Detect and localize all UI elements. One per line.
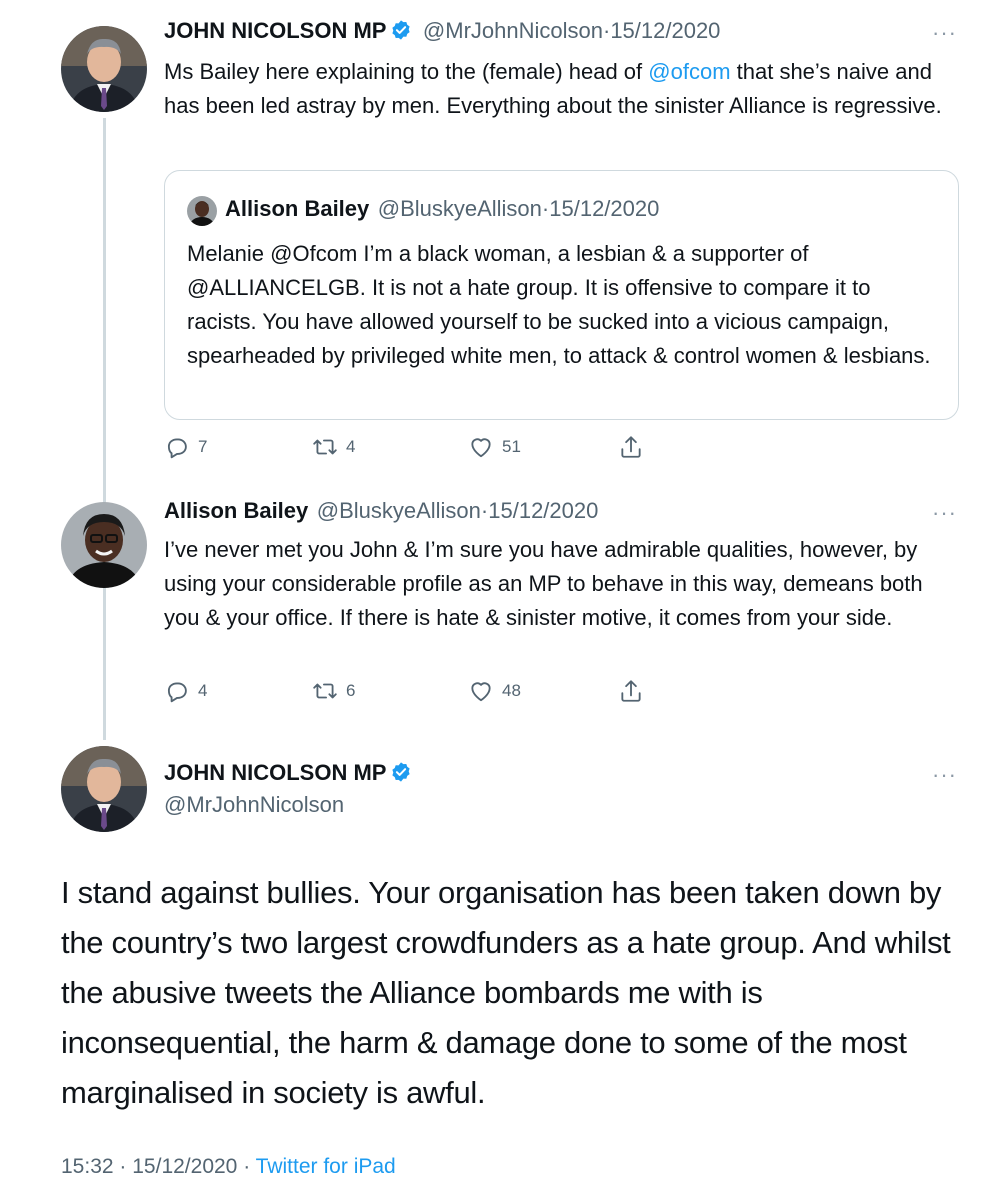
tweet-actions: 7 4 51 xyxy=(164,434,644,460)
tweet-full-date[interactable]: 15/12/2020 xyxy=(132,1155,237,1178)
avatar-john-nicolson[interactable] xyxy=(61,746,147,832)
quoted-tweet[interactable]: Allison Bailey @BluskyeAllison·15/12/202… xyxy=(164,170,959,420)
reply-count: 7 xyxy=(198,437,208,456)
reply-icon xyxy=(167,682,187,703)
avatar-allison-bailey[interactable] xyxy=(61,502,147,588)
author-name[interactable]: Allison Bailey xyxy=(164,498,308,523)
quote-author-handle[interactable]: @BluskyeAllison xyxy=(378,196,542,221)
separator-dot: · xyxy=(119,1155,127,1178)
tweet-time[interactable]: 15:32 xyxy=(61,1155,114,1178)
share-button[interactable] xyxy=(618,434,644,460)
more-icon[interactable]: ··· xyxy=(932,500,957,526)
like-button[interactable]: 48 xyxy=(468,678,618,704)
tweet-text: Ms Bailey here explaining to the (female… xyxy=(164,55,944,123)
like-count: 48 xyxy=(502,681,521,700)
tweet-actions: 4 6 48 xyxy=(164,678,644,704)
retweet-icon xyxy=(313,439,337,455)
tweet-text-part: Ms Bailey here explaining to the (female… xyxy=(164,59,649,84)
avatar-john-nicolson[interactable] xyxy=(61,26,147,112)
share-icon xyxy=(621,436,641,458)
reply-icon xyxy=(167,438,187,459)
more-icon[interactable]: ··· xyxy=(932,20,957,46)
tweet-source-link[interactable]: Twitter for iPad xyxy=(256,1155,396,1178)
retweet-icon xyxy=(313,683,337,699)
reply-button[interactable]: 4 xyxy=(164,678,312,704)
retweet-count: 6 xyxy=(346,681,356,700)
tweet-text: I’ve never met you John & I’m sure you h… xyxy=(164,537,923,630)
share-icon xyxy=(621,680,641,702)
author-name[interactable]: JOHN NICOLSON MP xyxy=(164,760,386,785)
quote-text: Melanie @Ofcom I’m a black woman, a lesb… xyxy=(187,241,931,368)
more-icon[interactable]: ··· xyxy=(932,762,957,788)
like-button[interactable]: 51 xyxy=(468,434,618,460)
share-button[interactable] xyxy=(618,678,644,704)
tweet-date[interactable]: 15/12/2020 xyxy=(488,498,598,523)
author-name[interactable]: JOHN NICOLSON MP xyxy=(164,18,386,43)
retweet-button[interactable]: 6 xyxy=(312,678,468,704)
author-handle[interactable]: @MrJohnNicolson xyxy=(164,792,344,818)
quote-date: 15/12/2020 xyxy=(549,196,660,221)
tweet-date[interactable]: 15/12/2020 xyxy=(610,18,720,43)
like-icon xyxy=(471,682,491,702)
quote-author-name[interactable]: Allison Bailey xyxy=(225,196,369,221)
verified-badge-icon xyxy=(390,19,412,41)
main-tweet-text: I stand against bullies. Your organisati… xyxy=(61,875,951,1110)
thread-line xyxy=(103,118,106,740)
like-icon xyxy=(471,438,491,458)
reply-count: 4 xyxy=(198,681,208,700)
quote-avatar xyxy=(187,196,217,226)
retweet-count: 4 xyxy=(346,437,356,456)
author-handle[interactable]: @MrJohnNicolson xyxy=(423,18,603,43)
reply-button[interactable]: 7 xyxy=(164,434,312,460)
separator-dot: · xyxy=(243,1155,251,1178)
mention-ofcom-link[interactable]: @ofcom xyxy=(648,59,730,84)
verified-badge-icon xyxy=(390,761,412,783)
retweet-button[interactable]: 4 xyxy=(312,434,468,460)
like-count: 51 xyxy=(502,437,521,456)
author-handle[interactable]: @BluskyeAllison xyxy=(317,498,481,523)
